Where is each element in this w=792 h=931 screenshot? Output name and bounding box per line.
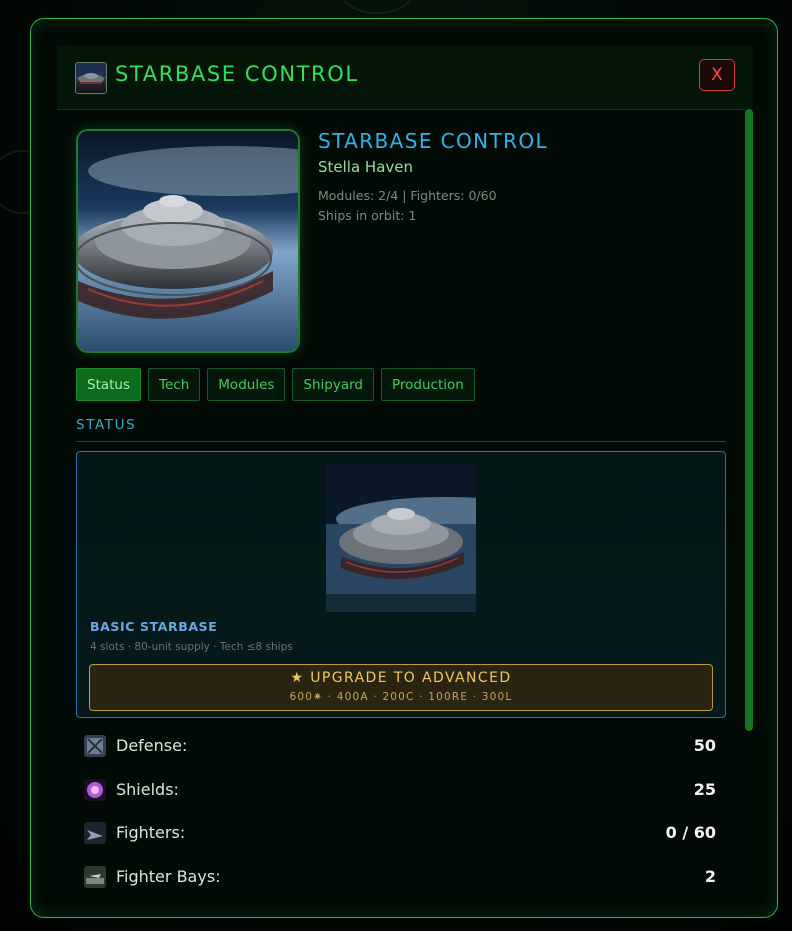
fighters-icon [84, 822, 106, 844]
section-heading: STATUS [76, 417, 137, 433]
starbase-icon [75, 62, 107, 94]
starbase-tier-card: BASIC STARBASE 4 slots · 80-unit supply … [76, 451, 726, 718]
starbase-tier-title: BASIC STARBASE [90, 619, 218, 634]
close-button[interactable]: X [699, 59, 735, 91]
hero-title: STARBASE CONTROL [318, 129, 549, 153]
scrollbar[interactable] [745, 109, 753, 731]
stat-row-defense: Defense: 50 [84, 732, 716, 762]
stat-row-fighter-bays: Fighter Bays: 2 [84, 863, 716, 893]
stat-value: 50 [693, 736, 716, 755]
section-divider [76, 441, 726, 442]
tab-shipyard[interactable]: Shipyard [292, 368, 374, 401]
upgrade-cost: 600✷ · 400A · 200C · 100RE · 300L [289, 691, 513, 703]
fighter-bays-icon [84, 866, 106, 888]
tab-modules[interactable]: Modules [207, 368, 286, 401]
starbase-image [76, 129, 300, 353]
stat-label: Fighter Bays: [116, 867, 221, 886]
scrollbar-thumb[interactable] [745, 109, 753, 731]
stat-label: Fighters: [116, 823, 186, 842]
stat-label: Defense: [116, 736, 188, 755]
starbase-tier-image [326, 464, 476, 612]
background-ring [340, 0, 414, 14]
stat-value: 0 / 60 [665, 823, 716, 842]
upgrade-label: ★ UPGRADE TO ADVANCED [290, 670, 512, 686]
tab-tech[interactable]: Tech [148, 368, 201, 401]
ships-in-orbit: Ships in orbit: 1 [318, 208, 417, 223]
starbase-tier-description: 4 slots · 80-unit supply · Tech ≤8 ships [90, 641, 293, 653]
shields-icon [84, 779, 106, 801]
tab-status[interactable]: Status [76, 368, 142, 401]
tab-bar: Status Tech Modules Shipyard Production [76, 368, 475, 401]
defense-icon [84, 735, 106, 757]
stat-row-shields: Shields: 25 [84, 776, 716, 806]
starbase-modal: STARBASE CONTROL X STARBASE CONTROL Stel… [30, 18, 778, 918]
upgrade-button[interactable]: ★ UPGRADE TO ADVANCED 600✷ · 400A · 200C… [89, 664, 713, 711]
stat-value: 2 [704, 867, 716, 886]
modal-title: STARBASE CONTROL [115, 62, 359, 86]
stat-label: Shields: [116, 780, 179, 799]
stat-value: 25 [693, 780, 716, 799]
stat-row-fighters: Fighters: 0 / 60 [84, 819, 716, 849]
modal-header: STARBASE CONTROL X [57, 45, 753, 110]
modules-fighters-summary: Modules: 2/4 | Fighters: 0/60 [318, 188, 497, 203]
starbase-name: Stella Haven [318, 158, 414, 176]
tab-production[interactable]: Production [381, 368, 475, 401]
